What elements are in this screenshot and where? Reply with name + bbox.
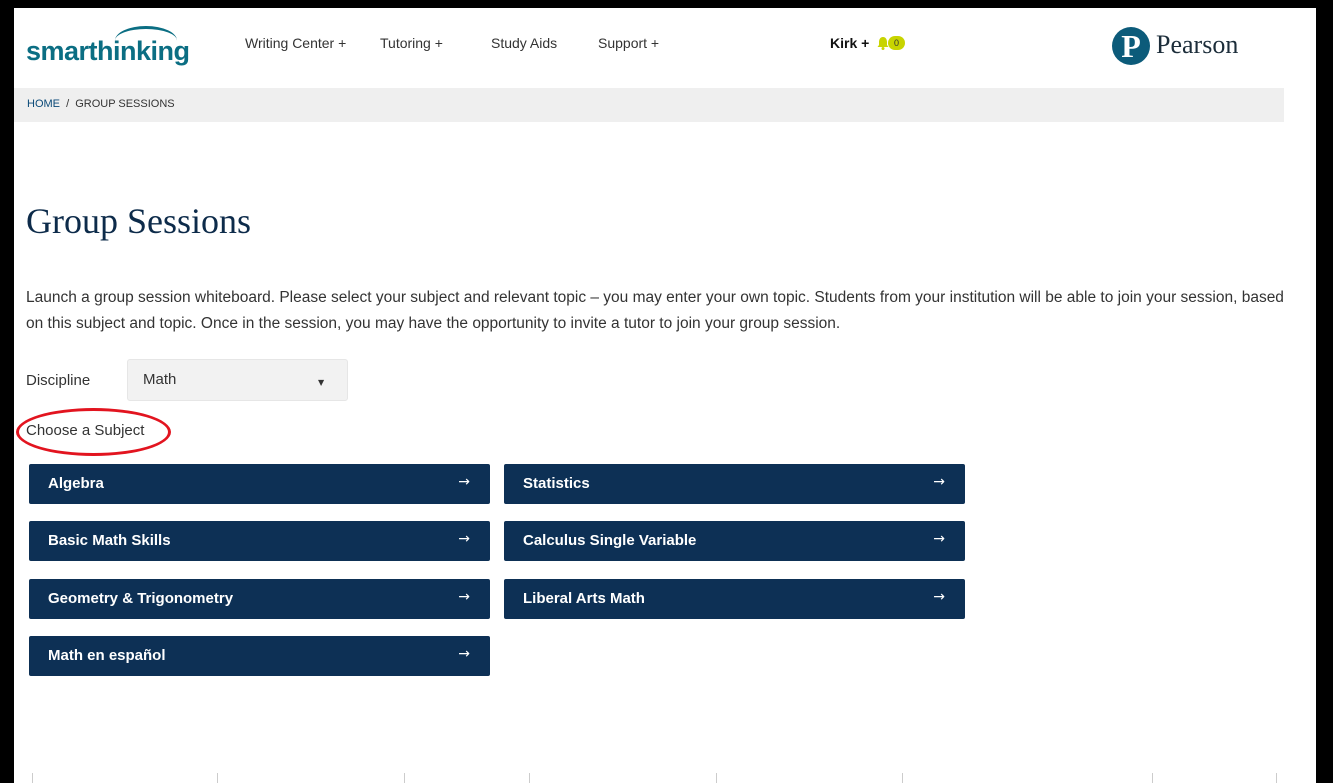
nav-writing-center[interactable]: Writing Center +	[245, 35, 346, 51]
discipline-select[interactable]: Math ▼	[127, 359, 348, 401]
discipline-selected-value: Math	[143, 371, 177, 388]
pearson-logo-mark: P	[1112, 27, 1150, 65]
page-title: Group Sessions	[26, 201, 252, 241]
subject-label: Algebra	[48, 475, 104, 492]
user-menu[interactable]: Kirk +	[830, 35, 869, 51]
notification-badge[interactable]: 0	[888, 36, 905, 50]
nav-study-aids[interactable]: Study Aids	[491, 35, 557, 51]
subject-button-math-en-espanol[interactable]: Math en español →	[29, 636, 490, 676]
arrow-right-icon: →	[458, 474, 470, 490]
arrow-right-icon: →	[458, 589, 470, 605]
subject-button-geometry-trigonometry[interactable]: Geometry & Trigonometry →	[29, 579, 490, 619]
arrow-right-icon: →	[933, 589, 945, 605]
arrow-right-icon: →	[933, 474, 945, 490]
subject-label: Basic Math Skills	[48, 532, 171, 549]
subject-label: Statistics	[523, 475, 590, 492]
breadcrumb-current: GROUP SESSIONS	[75, 98, 175, 110]
page-description: Launch a group session whiteboard. Pleas…	[26, 289, 1284, 332]
pearson-logo-text: Pearson	[1156, 30, 1239, 59]
page: smarthinking Writing Center + Tutoring +…	[14, 8, 1316, 783]
subject-button-statistics[interactable]: Statistics →	[504, 464, 965, 504]
logo-arc-icon	[115, 26, 177, 55]
chevron-down-icon: ▼	[318, 378, 325, 387]
annotation-circle	[16, 408, 171, 456]
subject-button-algebra[interactable]: Algebra →	[29, 464, 490, 504]
subject-label: Math en español	[48, 647, 166, 664]
breadcrumb: HOME / GROUP SESSIONS	[14, 88, 1284, 122]
breadcrumb-home-link[interactable]: HOME	[27, 98, 60, 110]
arrow-right-icon: →	[458, 646, 470, 662]
subject-label: Geometry & Trigonometry	[48, 590, 234, 607]
subject-label: Liberal Arts Math	[523, 590, 645, 607]
subject-button-liberal-arts-math[interactable]: Liberal Arts Math →	[504, 579, 965, 619]
arrow-right-icon: →	[933, 531, 945, 547]
subject-button-calculus-single-variable[interactable]: Calculus Single Variable →	[504, 521, 965, 561]
nav-support[interactable]: Support +	[598, 35, 659, 51]
nav-tutoring[interactable]: Tutoring +	[380, 35, 443, 51]
arrow-right-icon: →	[458, 531, 470, 547]
subject-button-basic-math-skills[interactable]: Basic Math Skills →	[29, 521, 490, 561]
breadcrumb-separator: /	[66, 98, 70, 110]
subject-label: Calculus Single Variable	[523, 532, 697, 549]
discipline-label: Discipline	[26, 372, 91, 389]
footer-dividers	[14, 773, 1316, 783]
